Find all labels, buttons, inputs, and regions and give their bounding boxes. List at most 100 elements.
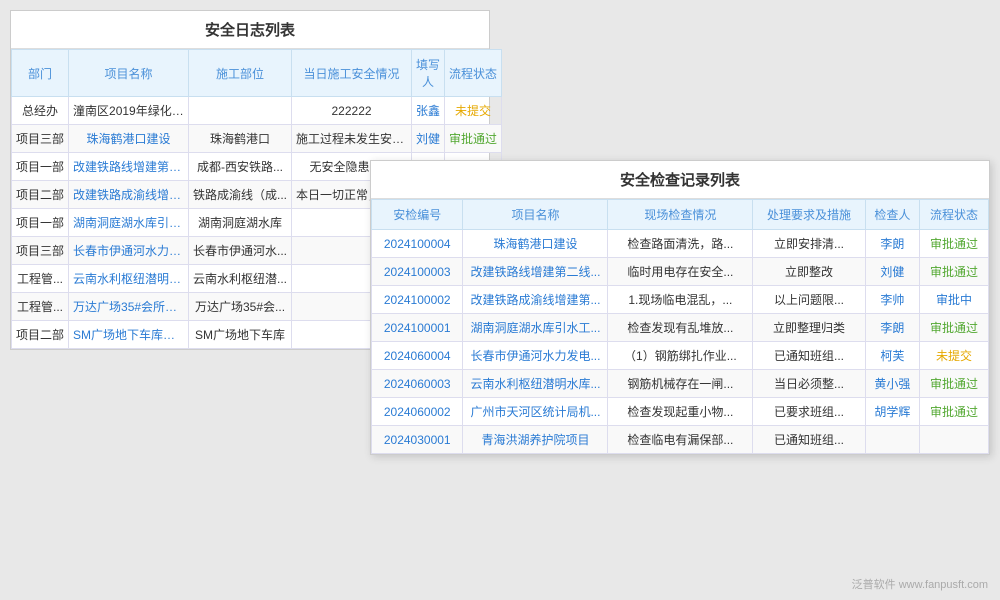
table-cell[interactable]: 长春市伊通河水力发电厂... [69,237,189,265]
table-cell[interactable]: 珠海鹤港口建设 [69,125,189,153]
table-cell: 检查发现起重小物... [608,398,753,426]
table-cell[interactable]: 黄小强 [865,370,919,398]
table-cell: SM广场地下车库 [189,321,292,349]
table-cell: 审批通过 [445,125,502,153]
table-cell: 项目一部 [12,153,69,181]
table-cell[interactable]: 柯芙 [865,342,919,370]
table-cell: 检查路面清洗，路... [608,230,753,258]
table-cell: 222222 [292,97,412,125]
table-cell[interactable]: 万达广场35#会所及咖啡... [69,293,189,321]
table-cell[interactable]: 云南水利枢纽潜明水库一... [69,265,189,293]
table-cell: 成都-西安铁路... [189,153,292,181]
safety-check-header-row: 安检编号项目名称现场检查情况处理要求及措施检查人流程状态 [372,200,989,230]
safety-check-title: 安全检查记录列表 [371,161,989,199]
table-cell: 工程管... [12,265,69,293]
right-header-cell: 流程状态 [920,200,989,230]
left-header-cell: 当日施工安全情况 [292,50,412,97]
left-header-cell: 部门 [12,50,69,97]
right-header-cell: 检查人 [865,200,919,230]
safety-check-body: 2024100004珠海鹤港口建设检查路面清洗，路...立即安排清...李朗审批… [372,230,989,454]
table-cell: 铁路成渝线（成... [189,181,292,209]
table-cell[interactable]: 青海洪湖养护院项目 [463,426,608,454]
left-header-cell: 项目名称 [69,50,189,97]
table-cell[interactable]: 改建铁路成渝线增建第... [463,286,608,314]
table-cell: 当日必须整... [753,370,865,398]
table-cell[interactable]: 2024100001 [372,314,463,342]
right-header-cell: 现场检查情况 [608,200,753,230]
table-cell: 审批通过 [920,398,989,426]
table-cell[interactable]: 2024060002 [372,398,463,426]
table-cell: 以上问题限... [753,286,865,314]
table-cell: 湖南洞庭湖水库 [189,209,292,237]
table-cell[interactable]: 张鑫 [412,97,445,125]
table-cell: 珠海鹤港口 [189,125,292,153]
table-cell[interactable]: 胡学辉 [865,398,919,426]
table-cell: 立即整改 [753,258,865,286]
table-row: 2024060004长春市伊通河水力发电...（1）钢筋绑扎作业...已通知班组… [372,342,989,370]
table-cell: 1.现场临电混乱，... [608,286,753,314]
table-row: 2024060002广州市天河区统计局机...检查发现起重小物...已要求班组.… [372,398,989,426]
table-cell[interactable]: 刘健 [865,258,919,286]
table-cell[interactable]: 广州市天河区统计局机... [463,398,608,426]
right-header-cell: 安检编号 [372,200,463,230]
table-cell[interactable]: 2024100002 [372,286,463,314]
table-cell: 钢筋机械存在一闸... [608,370,753,398]
table-cell: 项目二部 [12,321,69,349]
table-cell[interactable]: 2024060004 [372,342,463,370]
watermark: 泛普软件 www.fanpusft.com [852,576,988,592]
table-row: 2024030001青海洪湖养护院项目检查临电有漏保部...已通知班组... [372,426,989,454]
table-cell[interactable]: 2024060003 [372,370,463,398]
table-cell: 项目二部 [12,181,69,209]
left-header-cell: 施工部位 [189,50,292,97]
table-cell[interactable]: 湖南洞庭湖水库引水工程... [69,209,189,237]
table-cell: 云南水利枢纽潜... [189,265,292,293]
table-cell[interactable]: 珠海鹤港口建设 [463,230,608,258]
table-cell[interactable]: 2024030001 [372,426,463,454]
table-cell: 潼南区2019年绿化补贴项... [69,97,189,125]
table-cell[interactable]: 刘健 [412,125,445,153]
table-cell: 万达广场35#会... [189,293,292,321]
table-cell [865,426,919,454]
table-cell[interactable]: 湖南洞庭湖水库引水工... [463,314,608,342]
table-cell[interactable]: 改建铁路线增建第二线... [463,258,608,286]
table-cell: 项目三部 [12,125,69,153]
table-cell[interactable]: 云南水利枢纽潜明水库... [463,370,608,398]
table-cell: （1）钢筋绑扎作业... [608,342,753,370]
table-cell: 临时用电存在安全... [608,258,753,286]
table-cell: 未提交 [445,97,502,125]
table-cell: 审批通过 [920,258,989,286]
table-row: 2024100002改建铁路成渝线增建第...1.现场临电混乱，...以上问题限… [372,286,989,314]
table-row: 2024100001湖南洞庭湖水库引水工...检查发现有乱堆放...立即整理归类… [372,314,989,342]
safety-log-title: 安全日志列表 [11,11,489,49]
table-cell[interactable]: SM广场地下车库更换摄... [69,321,189,349]
table-cell[interactable]: 改建铁路线增建第二线直... [69,153,189,181]
table-cell[interactable]: 李帅 [865,286,919,314]
table-cell: 未提交 [920,342,989,370]
table-cell: 审批中 [920,286,989,314]
table-cell: 已通知班组... [753,342,865,370]
table-cell[interactable]: 李朗 [865,230,919,258]
table-cell: 已通知班组... [753,426,865,454]
table-row: 项目三部珠海鹤港口建设珠海鹤港口施工过程未发生安全事故...刘健审批通过 [12,125,502,153]
table-row: 2024100003改建铁路线增建第二线...临时用电存在安全...立即整改刘健… [372,258,989,286]
table-cell: 长春市伊通河水... [189,237,292,265]
table-cell[interactable]: 2024100003 [372,258,463,286]
table-row: 2024060003云南水利枢纽潜明水库...钢筋机械存在一闸...当日必须整.… [372,370,989,398]
left-header-cell: 流程状态 [445,50,502,97]
table-cell: 总经办 [12,97,69,125]
table-cell: 检查临电有漏保部... [608,426,753,454]
table-cell: 施工过程未发生安全事故... [292,125,412,153]
right-header-cell: 处理要求及措施 [753,200,865,230]
table-cell: 立即安排清... [753,230,865,258]
table-cell: 已要求班组... [753,398,865,426]
table-cell: 立即整理归类 [753,314,865,342]
table-cell: 检查发现有乱堆放... [608,314,753,342]
table-cell[interactable]: 李朗 [865,314,919,342]
table-cell[interactable]: 改建铁路成渝线增建第二... [69,181,189,209]
table-cell[interactable]: 长春市伊通河水力发电... [463,342,608,370]
table-cell: 工程管... [12,293,69,321]
table-cell: 项目三部 [12,237,69,265]
table-cell [920,426,989,454]
right-header-cell: 项目名称 [463,200,608,230]
table-cell[interactable]: 2024100004 [372,230,463,258]
